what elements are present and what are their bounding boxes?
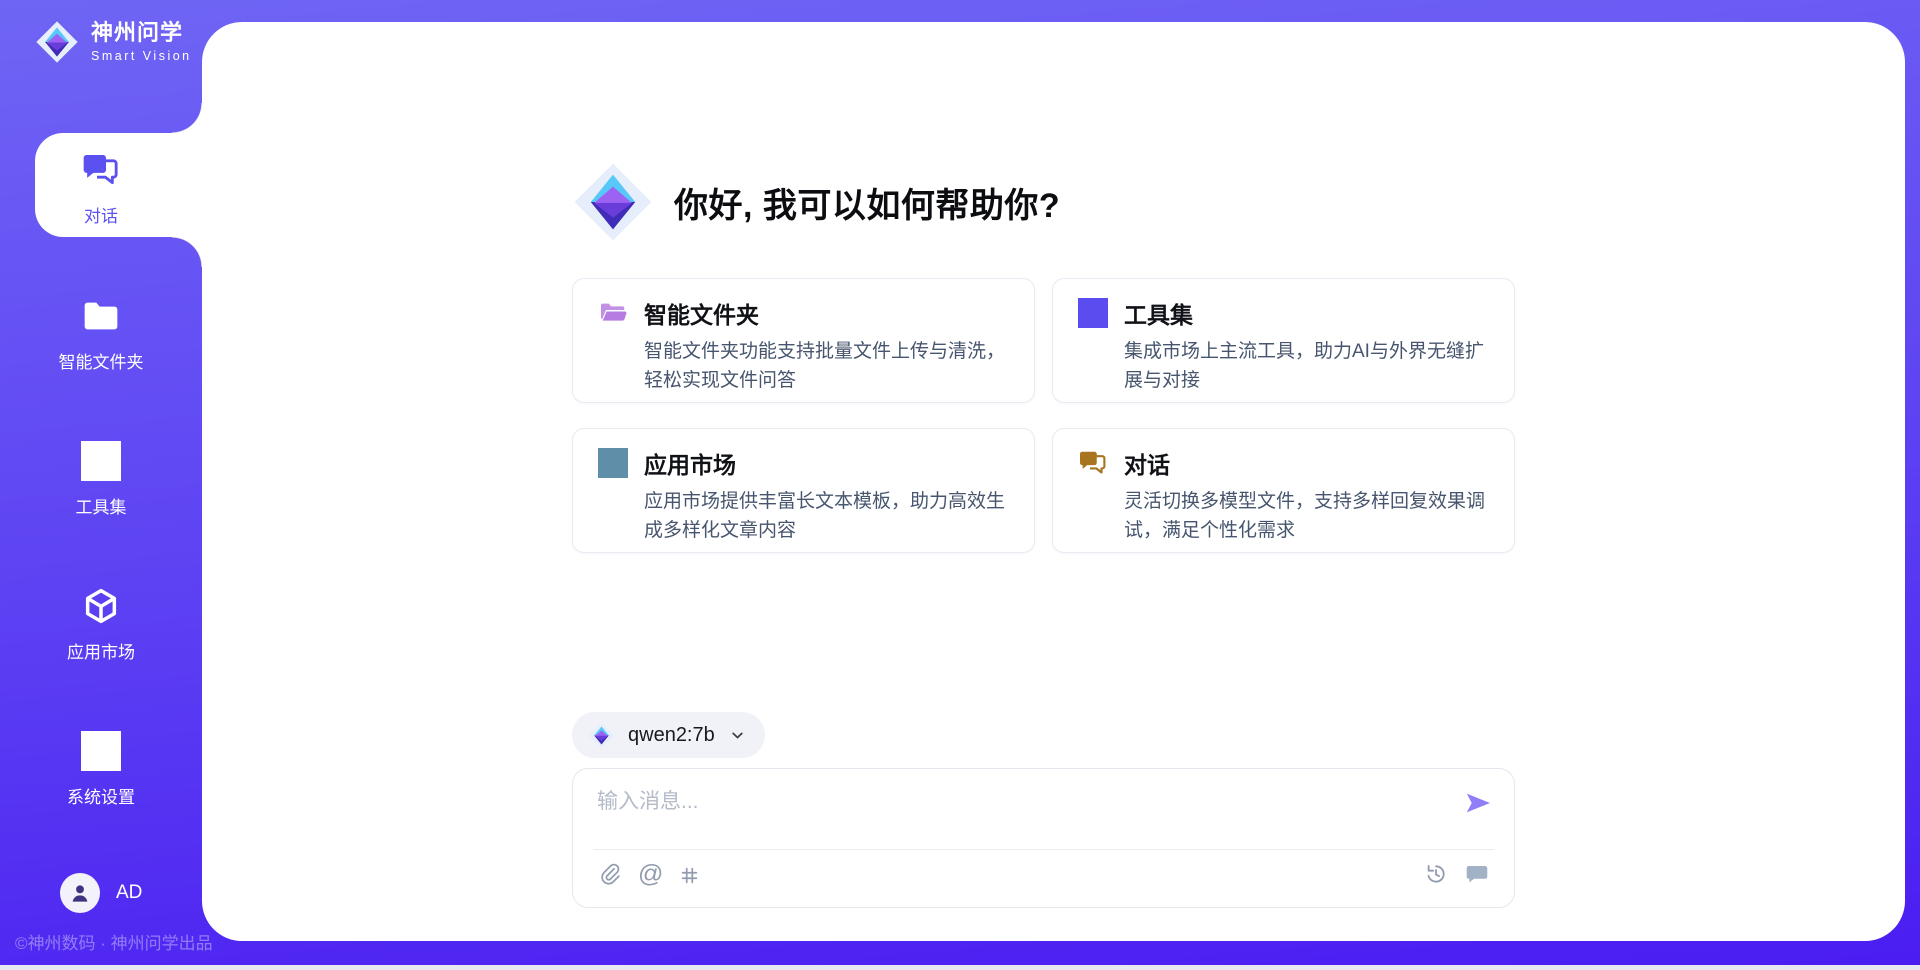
send-icon bbox=[1462, 787, 1494, 819]
chevron-down-icon bbox=[728, 726, 747, 745]
brand-name: 神州问学 bbox=[91, 21, 192, 45]
diamond-logo-icon bbox=[35, 20, 79, 64]
card-description: 智能文件夹功能支持批量文件上传与清洗，轻松实现文件问答 bbox=[644, 337, 1012, 395]
greeting-title: 你好, 我可以如何帮助你? bbox=[674, 178, 1060, 227]
user-initials: AD bbox=[116, 882, 142, 904]
chat-bubble-button[interactable] bbox=[1464, 861, 1490, 887]
sidebar-item-settings[interactable]: 系统设置 bbox=[0, 731, 202, 808]
model-name: qwen2:7b bbox=[628, 724, 715, 747]
brand: 神州问学 Smart Vision bbox=[35, 20, 192, 64]
model-selector[interactable]: qwen2:7b bbox=[572, 712, 765, 758]
brand-subtitle: Smart Vision bbox=[91, 49, 192, 63]
feature-cards-grid: 智能文件夹 智能文件夹功能支持批量文件上传与清洗，轻松实现文件问答 工具集 集成… bbox=[572, 278, 1515, 553]
sidebar-item-label: 工具集 bbox=[0, 493, 202, 518]
composer-divider bbox=[593, 849, 1494, 850]
sidebar-item-smart-folder[interactable]: 智能文件夹 bbox=[0, 296, 202, 373]
app-window: 你好, 我可以如何帮助你? 智能文件夹 智能文件夹功能支持批量文件上传与清洗，轻… bbox=[0, 0, 1920, 970]
sidebar-footer-credit: ©神州数码 · 神州问学出品 bbox=[15, 929, 213, 954]
hash-button[interactable] bbox=[678, 864, 701, 887]
card-conversation[interactable]: 对话 灵活切换多模型文件，支持多样回复效果调试，满足个性化需求 bbox=[1052, 428, 1515, 553]
grid-icon bbox=[598, 448, 628, 478]
chat-icon bbox=[1078, 448, 1108, 478]
cube-icon bbox=[81, 586, 121, 626]
card-description: 集成市场上主流工具，助力AI与外界无缝扩展与对接 bbox=[1124, 337, 1492, 395]
card-smart-folder[interactable]: 智能文件夹 智能文件夹功能支持批量文件上传与清洗，轻松实现文件问答 bbox=[572, 278, 1035, 403]
send-button[interactable] bbox=[1462, 787, 1494, 819]
chat-bubble-icon bbox=[1464, 861, 1490, 887]
person-icon bbox=[67, 880, 93, 906]
card-title: 工具集 bbox=[1124, 296, 1193, 330]
main-content-area: 你好, 我可以如何帮助你? 智能文件夹 智能文件夹功能支持批量文件上传与清洗，轻… bbox=[202, 22, 1905, 941]
message-input[interactable] bbox=[595, 783, 1435, 841]
sidebar-item-label: 对话 bbox=[0, 202, 202, 227]
folder-open-icon bbox=[598, 298, 628, 328]
window-bottom-edge bbox=[0, 965, 1920, 970]
card-app-market[interactable]: 应用市场 应用市场提供丰富长文本模板，助力高效生成多样化文章内容 bbox=[572, 428, 1035, 553]
diamond-logo-icon bbox=[588, 722, 615, 749]
sidebar: 神州问学 Smart Vision 对话 智能文件夹 工具集 应用市场 系统设置 bbox=[0, 0, 202, 970]
avatar bbox=[60, 873, 100, 913]
greeting-block: 你好, 我可以如何帮助你? bbox=[572, 161, 1060, 243]
sidebar-item-chat[interactable]: 对话 bbox=[0, 150, 202, 227]
sidebar-item-app-market[interactable]: 应用市场 bbox=[0, 586, 202, 663]
message-composer: @ bbox=[572, 768, 1515, 908]
card-title: 应用市场 bbox=[644, 446, 736, 480]
sidebar-item-toolset[interactable]: 工具集 bbox=[0, 441, 202, 518]
toolbox-icon bbox=[1078, 298, 1108, 328]
card-description: 应用市场提供丰富长文本模板，助力高效生成多样化文章内容 bbox=[644, 487, 1012, 545]
attach-file-button[interactable] bbox=[597, 861, 623, 887]
sidebar-item-label: 系统设置 bbox=[0, 783, 202, 808]
paperclip-icon bbox=[597, 861, 623, 887]
diamond-logo-icon bbox=[572, 161, 654, 243]
gear-icon bbox=[81, 731, 121, 771]
history-icon bbox=[1423, 861, 1449, 887]
mention-button[interactable]: @ bbox=[638, 861, 663, 887]
card-description: 灵活切换多模型文件，支持多样回复效果调试，满足个性化需求 bbox=[1124, 487, 1492, 545]
card-toolset[interactable]: 工具集 集成市场上主流工具，助力AI与外界无缝扩展与对接 bbox=[1052, 278, 1515, 403]
card-title: 对话 bbox=[1124, 446, 1170, 480]
toolbox-icon bbox=[81, 441, 121, 481]
user-account[interactable]: AD bbox=[60, 873, 142, 913]
hash-icon bbox=[678, 864, 701, 887]
card-title: 智能文件夹 bbox=[644, 296, 759, 330]
history-button[interactable] bbox=[1423, 861, 1449, 887]
sidebar-item-label: 应用市场 bbox=[0, 638, 202, 663]
sidebar-item-label: 智能文件夹 bbox=[0, 348, 202, 373]
folder-icon bbox=[81, 296, 121, 336]
chat-icon bbox=[81, 150, 121, 190]
